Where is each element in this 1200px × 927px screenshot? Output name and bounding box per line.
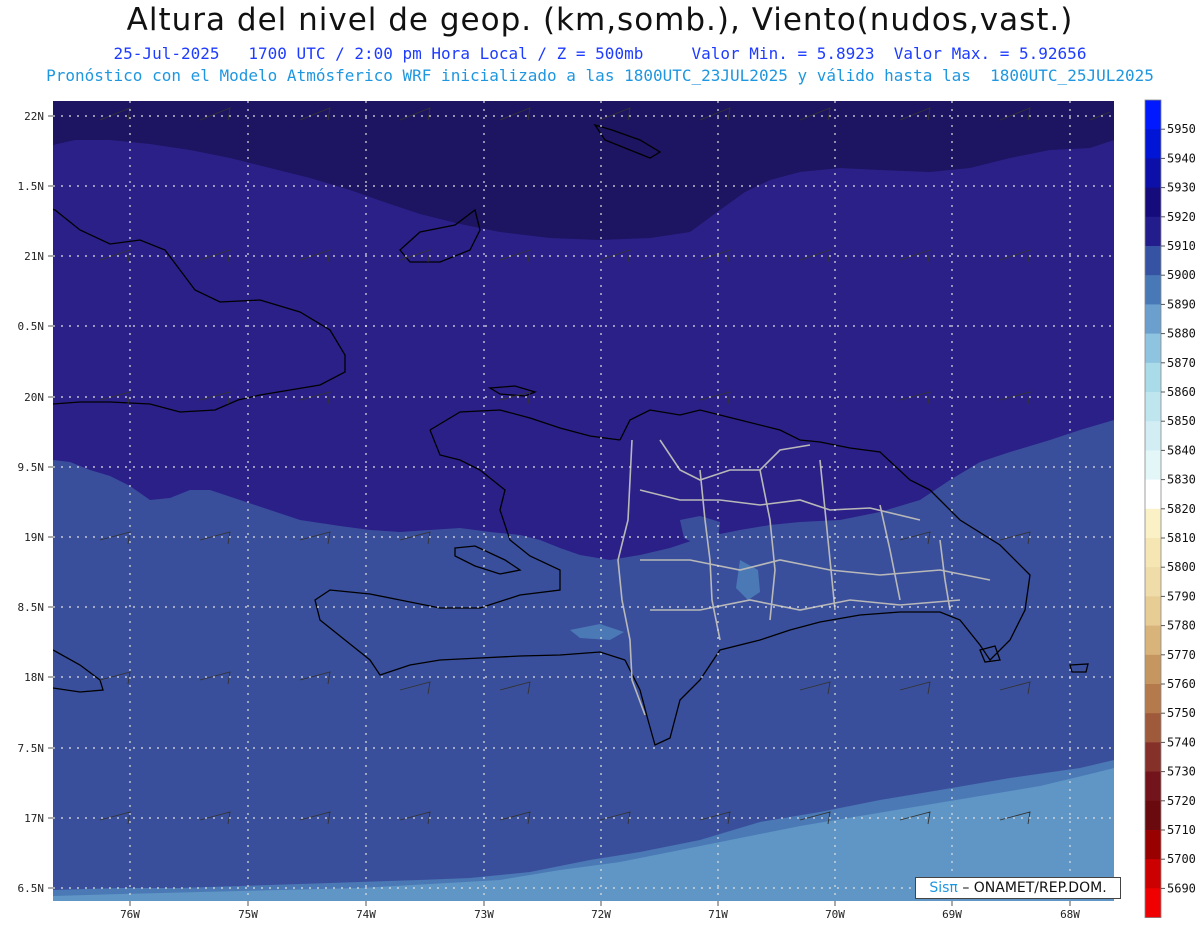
- colorbar-swatch: [1145, 654, 1161, 685]
- colorbar-label: 5780: [1167, 619, 1196, 633]
- colorbar-swatch: [1145, 304, 1161, 334]
- colorbar-swatch: [1145, 713, 1161, 743]
- colorbar-label: 5810: [1167, 531, 1196, 545]
- colorbar-swatch: [1145, 538, 1161, 568]
- colorbar-swatch: [1145, 508, 1161, 539]
- colorbar-swatch: [1145, 129, 1161, 159]
- colorbar-label: 5740: [1167, 735, 1196, 749]
- colorbar-label: 5720: [1167, 794, 1196, 808]
- lat-label: 21N: [24, 250, 44, 263]
- colorbar-label: 5750: [1167, 706, 1196, 720]
- lat-label: 22N: [24, 110, 44, 123]
- colorbar-swatch: [1145, 596, 1161, 626]
- colorbar: 5950 5940 5930 5920 5910 5900 5890 5880 5870 5860…: [1144, 99, 1196, 918]
- colorbar-label: 5900: [1167, 268, 1196, 282]
- colorbar-label: 5790: [1167, 589, 1196, 603]
- colorbar-label: 5920: [1167, 210, 1196, 224]
- colorbar-label: 5820: [1167, 502, 1196, 516]
- colorbar-label: 5910: [1167, 239, 1196, 253]
- colorbar-swatch: [1145, 158, 1161, 188]
- lat-label: 20N: [24, 391, 44, 404]
- colorbar-swatch: [1145, 567, 1161, 597]
- lat-label: 1.5N: [18, 180, 45, 193]
- colorbar-label: 5950: [1167, 122, 1196, 136]
- lat-label: 8.5N: [18, 601, 45, 614]
- colorbar-swatch: [1145, 742, 1161, 772]
- colorbar-label: 5860: [1167, 385, 1196, 399]
- colorbar-label: 5830: [1167, 473, 1196, 487]
- lat-label: 19N: [24, 531, 44, 544]
- geopotential-shading: [53, 101, 1114, 901]
- colorbar-label: 5800: [1167, 560, 1196, 574]
- colorbar-swatch: [1145, 275, 1161, 305]
- colorbar-label: 5690: [1167, 881, 1196, 895]
- lat-label: 18N: [24, 671, 44, 684]
- colorbar-swatch: [1145, 392, 1161, 422]
- colorbar-swatch: [1145, 684, 1161, 714]
- colorbar-swatch: [1145, 625, 1161, 656]
- colorbar-swatch: [1145, 479, 1161, 510]
- colorbar-swatch: [1145, 333, 1161, 364]
- lat-label: 6.5N: [18, 882, 45, 895]
- lon-label: 69W: [942, 908, 962, 921]
- credit-box: Sisπ – ONAMET/REP.DOM.: [915, 877, 1121, 899]
- lon-label: 74W: [356, 908, 376, 921]
- colorbar-swatch: [1145, 800, 1161, 831]
- colorbar-swatch: [1145, 362, 1161, 393]
- colorbar-label: 5730: [1167, 765, 1196, 779]
- lon-label: 75W: [238, 908, 258, 921]
- latitude-labels: 22N 1.5N 21N 0.5N 20N 9.5N 19N 8.5N 18N …: [18, 110, 45, 895]
- colorbar-swatch: [1145, 888, 1161, 918]
- lat-label: 9.5N: [18, 461, 45, 474]
- colorbar-label: 5940: [1167, 151, 1196, 165]
- lon-label: 68W: [1060, 908, 1080, 921]
- colorbar-label: 5880: [1167, 327, 1196, 341]
- lon-label: 73W: [474, 908, 494, 921]
- lon-label: 72W: [591, 908, 611, 921]
- lon-label: 71W: [708, 908, 728, 921]
- colorbar-label: 5770: [1167, 648, 1196, 662]
- colorbar-label: 5710: [1167, 823, 1196, 837]
- colorbar-swatch: [1145, 187, 1161, 218]
- colorbar-label: 5870: [1167, 356, 1196, 370]
- colorbar-swatch: [1145, 450, 1161, 480]
- sispi-brand: Sisπ: [929, 880, 958, 896]
- colorbar-label: 5850: [1167, 414, 1196, 428]
- colorbar-swatch: [1145, 771, 1161, 802]
- colorbar-swatch: [1145, 246, 1161, 276]
- colorbar-label: 5890: [1167, 297, 1196, 311]
- map-figure: 22N 1.5N 21N 0.5N 20N 9.5N 19N 8.5N 18N …: [18, 99, 1196, 921]
- lon-label: 76W: [120, 908, 140, 921]
- colorbar-swatch: [1145, 216, 1161, 247]
- lat-label: 0.5N: [18, 320, 45, 333]
- colorbar-swatch: [1145, 421, 1161, 451]
- credit-text: – ONAMET/REP.DOM.: [962, 880, 1107, 896]
- colorbar-label: 5760: [1167, 677, 1196, 691]
- colorbar-swatch: [1145, 830, 1161, 860]
- colorbar-swatch: [1145, 859, 1161, 889]
- colorbar-label: 5840: [1167, 443, 1196, 457]
- colorbar-label: 5930: [1167, 181, 1196, 195]
- lat-label: 17N: [24, 812, 44, 825]
- lon-label: 70W: [825, 908, 845, 921]
- colorbar-swatch: [1145, 100, 1161, 130]
- lat-label: 7.5N: [18, 742, 45, 755]
- colorbar-label: 5700: [1167, 852, 1196, 866]
- longitude-labels: 76W 75W 74W 73W 72W 71W 70W 69W 68W: [120, 908, 1080, 921]
